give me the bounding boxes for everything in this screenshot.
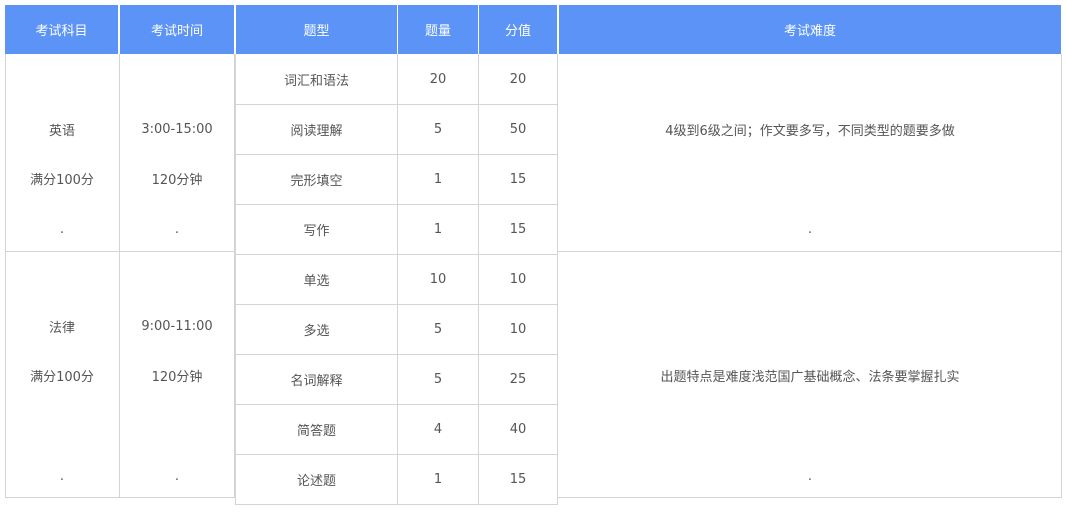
question-type: 多选 <box>303 323 330 339</box>
subject-dot: . <box>59 468 65 484</box>
header-difficulty: 考试难度 <box>559 5 1061 54</box>
subject-dot: . <box>59 221 65 237</box>
question-type: 词汇和语法 <box>283 73 349 89</box>
subject-full-score: 满分100分 <box>30 369 94 385</box>
question-score: 10 <box>509 321 527 337</box>
exam-duration: 120分钟 <box>151 369 203 385</box>
question-count: 20 <box>429 71 447 87</box>
question-score: 40 <box>509 421 527 437</box>
question-score: 20 <box>509 71 527 87</box>
exam-duration: 120分钟 <box>151 172 203 188</box>
time-dot: . <box>174 468 180 484</box>
question-type: 完形填空 <box>290 173 343 189</box>
header-question-type: 题型 <box>236 5 397 54</box>
left-row-separator <box>5 251 235 252</box>
question-score: 25 <box>509 371 527 387</box>
subject-name: 法律 <box>48 320 75 336</box>
question-count: 10 <box>429 271 447 287</box>
question-score: 15 <box>509 471 527 487</box>
question-count: 4 <box>433 421 443 437</box>
subject-full-score: 满分100分 <box>30 172 94 188</box>
question-count: 1 <box>433 171 443 187</box>
question-type: 阅读理解 <box>290 123 343 139</box>
question-type: 论述题 <box>296 473 336 489</box>
question-score: 15 <box>509 221 527 237</box>
right-row-separator <box>558 251 1062 252</box>
question-count: 1 <box>433 471 443 487</box>
question-count: 5 <box>433 371 443 387</box>
question-type: 简答题 <box>296 423 336 439</box>
difficulty-dot: . <box>807 468 813 484</box>
question-score: 50 <box>509 121 527 137</box>
question-count: 5 <box>433 321 443 337</box>
header-time: 考试时间 <box>120 5 234 54</box>
difficulty-text: 出题特点是难度浅范国广基础概念、法条要掌握扎实 <box>660 369 960 385</box>
question-score: 15 <box>509 171 527 187</box>
header-score: 分值 <box>479 5 557 54</box>
exam-time-range: 3:00-15:00 <box>141 121 213 137</box>
question-count: 5 <box>433 121 443 137</box>
header-subject: 考试科目 <box>5 5 118 54</box>
subject-name: 英语 <box>48 123 75 139</box>
header-question-count: 题量 <box>398 5 478 54</box>
question-count: 1 <box>433 221 443 237</box>
time-dot: . <box>174 221 180 237</box>
difficulty-dot: . <box>807 221 813 237</box>
question-score: 10 <box>509 271 527 287</box>
exam-time-range: 9:00-11:00 <box>141 318 213 334</box>
difficulty-text: 4级到6级之间；作文要多写，不同类型的题要多做 <box>665 123 955 139</box>
question-type: 单选 <box>303 273 330 289</box>
question-type: 写作 <box>303 223 330 239</box>
question-type: 名词解释 <box>290 373 343 389</box>
